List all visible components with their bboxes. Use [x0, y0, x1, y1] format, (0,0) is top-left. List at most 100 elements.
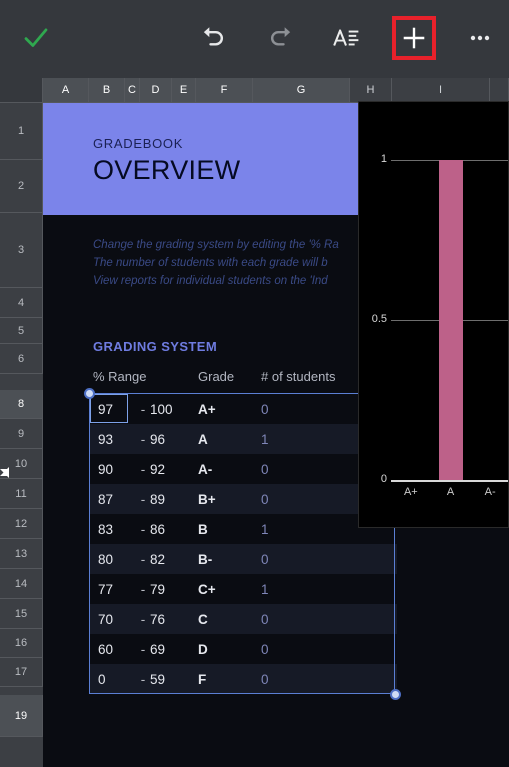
column-header-i[interactable]: I [392, 78, 490, 103]
cell-range-high[interactable]: 86 [150, 514, 194, 544]
cell-range-low[interactable]: 97 [98, 394, 136, 424]
row-header-13[interactable]: 13 [0, 539, 43, 569]
cell-range-low[interactable]: 0 [98, 664, 136, 694]
cell-range-dash[interactable]: - [136, 424, 150, 454]
banner-title: OVERVIEW [93, 155, 241, 185]
cell-range-low[interactable]: 87 [98, 484, 136, 514]
cell-range-high[interactable]: 59 [150, 664, 194, 694]
row-header-14[interactable]: 14 [0, 569, 43, 599]
cell-range-dash[interactable]: - [136, 634, 150, 664]
row-header-2[interactable]: 2 [0, 160, 43, 213]
table-row[interactable]: 80-82 B- 0 [90, 544, 397, 574]
checkmark-icon [24, 28, 48, 47]
cell-range-dash[interactable]: - [136, 394, 150, 424]
table-row[interactable]: 97-100 A+ 0 [90, 394, 397, 424]
cell-grade[interactable]: B+ [198, 484, 244, 514]
text-format-button[interactable] [322, 14, 370, 62]
cell-student-count[interactable]: 1 [261, 424, 301, 454]
cell-grade[interactable]: C [198, 604, 244, 634]
row-header-15[interactable]: 15 [0, 599, 43, 629]
cell-range-high[interactable]: 69 [150, 634, 194, 664]
row-header-12[interactable]: 12 [0, 509, 43, 539]
cell-range-high[interactable]: 96 [150, 424, 194, 454]
column-header-extra[interactable] [490, 78, 509, 103]
table-row[interactable]: 93-96 A 1 [90, 424, 397, 454]
more-options-button[interactable] [456, 14, 504, 62]
cell-range-dash[interactable]: - [136, 484, 150, 514]
cell-grade[interactable]: C+ [198, 574, 244, 604]
select-all-corner[interactable] [0, 78, 43, 103]
cell-student-count[interactable]: 0 [261, 544, 301, 574]
cell-student-count[interactable]: 0 [261, 634, 301, 664]
cell-range-low[interactable]: 60 [98, 634, 136, 664]
cell-student-count[interactable]: 0 [261, 604, 301, 634]
cell-range-low[interactable]: 90 [98, 454, 136, 484]
undo-icon [203, 27, 224, 46]
column-header-b[interactable]: B [89, 78, 125, 103]
row-header-8[interactable]: 8 [0, 390, 43, 419]
cell-grade[interactable]: D [198, 634, 244, 664]
row-header-4[interactable]: 4 [0, 288, 43, 318]
column-header-c[interactable]: C [125, 78, 140, 103]
cell-range-high[interactable]: 76 [150, 604, 194, 634]
cell-range-high[interactable]: 100 [150, 394, 194, 424]
cell-grade[interactable]: A+ [198, 394, 244, 424]
redo-button[interactable] [256, 14, 304, 62]
cell-grade[interactable]: B [198, 514, 244, 544]
table-row[interactable]: 87-89 B+ 0 [90, 484, 397, 514]
row-header-9[interactable]: 9 [0, 419, 43, 449]
undo-button[interactable] [190, 14, 238, 62]
cell-grade[interactable]: A- [198, 454, 244, 484]
cell-student-count[interactable]: 1 [261, 574, 301, 604]
column-header-a[interactable]: A [43, 78, 89, 103]
row-header-19[interactable]: 19 [0, 695, 43, 737]
row-collapse-down-icon-1[interactable] [0, 469, 9, 478]
table-row[interactable]: 0-59 F 0 [90, 664, 397, 694]
selection-handle-bottom-right[interactable] [390, 689, 401, 700]
column-header-f[interactable]: F [196, 78, 253, 103]
cell-range-low[interactable]: 80 [98, 544, 136, 574]
row-header-6[interactable]: 6 [0, 344, 43, 374]
cell-range-high[interactable]: 79 [150, 574, 194, 604]
cell-student-count[interactable]: 0 [261, 484, 301, 514]
row-header-3[interactable]: 3 [0, 213, 43, 288]
cell-range-low[interactable]: 93 [98, 424, 136, 454]
cell-student-count[interactable]: 0 [261, 454, 301, 484]
row-header-16[interactable]: 16 [0, 629, 43, 658]
cell-range-low[interactable]: 83 [98, 514, 136, 544]
row-header-17[interactable]: 17 [0, 658, 43, 687]
cell-range-low[interactable]: 77 [98, 574, 136, 604]
cell-range-high[interactable]: 89 [150, 484, 194, 514]
add-button[interactable] [390, 14, 438, 62]
cell-student-count[interactable]: 1 [261, 514, 301, 544]
table-row[interactable]: 83-86 B 1 [90, 514, 397, 544]
cell-range-dash[interactable]: - [136, 514, 150, 544]
row-header-5[interactable]: 5 [0, 318, 43, 344]
cell-range-dash[interactable]: - [136, 604, 150, 634]
cell-grade[interactable]: F [198, 664, 244, 694]
cell-range-dash[interactable]: - [136, 454, 150, 484]
table-row[interactable]: 70-76 C 0 [90, 604, 397, 634]
accept-checkmark-button[interactable] [12, 14, 60, 62]
column-header-d[interactable]: D [140, 78, 172, 103]
cell-grade[interactable]: B- [198, 544, 244, 574]
cell-grade[interactable]: A [198, 424, 244, 454]
table-row[interactable]: 90-92 A- 0 [90, 454, 397, 484]
column-header-e[interactable]: E [172, 78, 196, 103]
column-header-g[interactable]: G [253, 78, 350, 103]
cell-student-count[interactable]: 0 [261, 394, 301, 424]
cell-range-low[interactable]: 70 [98, 604, 136, 634]
cell-range-high[interactable]: 82 [150, 544, 194, 574]
column-header-h[interactable]: H [350, 78, 392, 103]
row-header-11[interactable]: 11 [0, 479, 43, 509]
row-header-1[interactable]: 1 [0, 103, 43, 160]
cell-range-dash[interactable]: - [136, 574, 150, 604]
cell-range-high[interactable]: 92 [150, 454, 194, 484]
selection-handle-top-left[interactable] [84, 388, 95, 399]
cell-student-count[interactable]: 0 [261, 664, 301, 694]
cell-range-dash[interactable]: - [136, 664, 150, 694]
grade-distribution-chart[interactable]: 0 0.5 1 A+ A A- [358, 101, 509, 528]
table-row[interactable]: 60-69 D 0 [90, 634, 397, 664]
table-row[interactable]: 77-79 C+ 1 [90, 574, 397, 604]
cell-range-dash[interactable]: - [136, 544, 150, 574]
